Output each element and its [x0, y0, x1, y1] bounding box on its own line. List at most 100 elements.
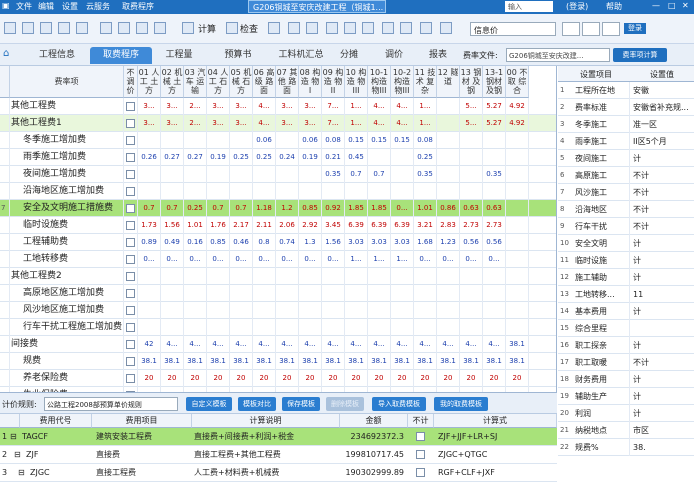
rate-cell-c08[interactable]: 0.85 [299, 200, 322, 217]
property-value[interactable]: II区5个月 [633, 133, 694, 150]
rate-cell-c11[interactable]: 0.35 [414, 166, 437, 183]
property-row[interactable]: 10 安全文明计 [558, 235, 694, 252]
home-icon[interactable]: ⌂ [3, 49, 13, 59]
property-value[interactable]: 计 [633, 371, 694, 388]
no-adjust-checkbox[interactable] [126, 102, 135, 111]
rate-cell-c03[interactable]: 0.16 [184, 234, 207, 251]
rate-cell-c10[interactable]: 38.1 [345, 353, 368, 370]
rate-cell-c131[interactable] [483, 183, 506, 200]
rate-cell-c102[interactable]: 1... [391, 251, 414, 268]
rate-cell-c12[interactable]: 0.86 [437, 200, 460, 217]
rate-cell-c102[interactable]: 4... [391, 98, 414, 115]
rate-cell-c131[interactable]: 38.1 [483, 353, 506, 370]
rate-cell-c01[interactable] [138, 268, 161, 285]
property-value[interactable]: 安徽 [633, 82, 694, 99]
rate-cell-c101[interactable]: 4... [368, 115, 391, 132]
rate-cell-c101[interactable]: 38.1 [368, 353, 391, 370]
rate-cell-c12[interactable] [437, 183, 460, 200]
rate-cell-c01[interactable] [138, 319, 161, 336]
rate-cell-c09[interactable] [322, 285, 345, 302]
rate-cell-c12[interactable] [437, 166, 460, 183]
rate-cell-c05[interactable]: 20 [230, 370, 253, 387]
rate-cell-c01[interactable] [138, 183, 161, 200]
rate-cell-c01[interactable] [138, 132, 161, 149]
rate-cell-c05[interactable] [230, 132, 253, 149]
rate-cell-c12[interactable] [437, 98, 460, 115]
property-value[interactable]: 市区 [633, 422, 694, 439]
rate-cell-c102[interactable]: 20 [391, 370, 414, 387]
rate-cell-c09[interactable]: 0.35 [322, 166, 345, 183]
no-adjust-checkbox[interactable] [126, 204, 135, 213]
rate-cell-c02[interactable] [161, 302, 184, 319]
rate-cell-c102[interactable]: 6.39 [391, 217, 414, 234]
rate-cell-c101[interactable] [368, 319, 391, 336]
import-fee-template-button[interactable]: 导入取费模板 [372, 397, 426, 411]
rate-cell-c102[interactable] [391, 268, 414, 285]
print-icon[interactable] [400, 22, 412, 34]
rate-cell-c131[interactable]: 2.73 [483, 217, 506, 234]
rate-cell-c09[interactable]: 3.45 [322, 217, 345, 234]
delete-icon[interactable] [118, 22, 130, 34]
copy-icon[interactable] [136, 22, 148, 34]
rate-cell-c06[interactable] [253, 183, 276, 200]
rate-cell-c131[interactable] [483, 302, 506, 319]
rate-cell-c102[interactable]: 0.15 [391, 132, 414, 149]
rate-cell-c101[interactable]: 20 [368, 370, 391, 387]
rate-cell-c102[interactable]: 4... [391, 115, 414, 132]
table-row[interactable]: 规费 38.1 38.1 38.1 38.1 38.1 38.1 38.1 38.1 38.1 38… [0, 353, 556, 370]
rate-cell-c101[interactable]: 1... [368, 251, 391, 268]
rate-cell-c13[interactable]: 5... [460, 98, 483, 115]
property-row[interactable]: 15 综合里程 [558, 320, 694, 337]
rate-cell-c08[interactable]: 1.3 [299, 234, 322, 251]
rate-cell-c08[interactable]: 3... [299, 115, 322, 132]
exclude-checkbox[interactable] [416, 468, 425, 477]
table-row[interactable]: 临时设施费 1.73 1.56 1.01 1.76 2.17 2.11 2.06 2.92 3.4… [0, 217, 556, 234]
rate-cell-c02[interactable]: 0.27 [161, 149, 184, 166]
rate-cell-c06[interactable]: 20 [253, 370, 276, 387]
rate-cell-c09[interactable]: 7... [322, 115, 345, 132]
rate-cell-c08[interactable] [299, 285, 322, 302]
rate-cell-c04[interactable] [207, 166, 230, 183]
rate-cell-c11[interactable]: 1.68 [414, 234, 437, 251]
rate-cell-c10[interactable]: 3.03 [345, 234, 368, 251]
rate-cell-c08[interactable]: 0.06 [299, 132, 322, 149]
property-value[interactable]: 计 [633, 303, 694, 320]
rate-cell-c11[interactable] [414, 285, 437, 302]
rate-cell-c101[interactable]: 4... [368, 98, 391, 115]
rate-cell-c00[interactable]: 4.92 [506, 98, 529, 115]
login-status[interactable]: (登录) [566, 1, 588, 12]
rate-cell-c09[interactable] [322, 319, 345, 336]
no-adjust-checkbox[interactable] [126, 340, 135, 349]
rate-cell-c12[interactable] [437, 115, 460, 132]
rate-cell-c05[interactable]: 3... [230, 98, 253, 115]
rate-cell-c102[interactable] [391, 183, 414, 200]
property-value[interactable]: 计 [633, 252, 694, 269]
rate-cell-c03[interactable] [184, 268, 207, 285]
property-value[interactable]: 计 [633, 269, 694, 286]
rate-cell-c07[interactable]: 0... [276, 251, 299, 268]
property-row[interactable]: 5 夜间施工计 [558, 150, 694, 167]
rate-cell-c10[interactable] [345, 319, 368, 336]
calculate-button[interactable]: 计算 [198, 22, 216, 36]
rate-cell-c08[interactable] [299, 183, 322, 200]
rate-cell-c03[interactable] [184, 183, 207, 200]
rate-cell-c12[interactable]: 4... [437, 336, 460, 353]
rate-cell-c10[interactable]: 20 [345, 370, 368, 387]
tab-material-summary[interactable]: 工料机汇总 [268, 47, 334, 64]
rate-cell-c12[interactable]: 20 [437, 370, 460, 387]
expand-toggle-icon[interactable]: ⊟ [18, 464, 28, 482]
no-adjust-checkbox[interactable] [126, 221, 135, 230]
rate-cell-c04[interactable] [207, 302, 230, 319]
rate-cell-c13[interactable]: 2.73 [460, 217, 483, 234]
rate-cell-c12[interactable] [437, 268, 460, 285]
no-adjust-checkbox[interactable] [126, 119, 135, 128]
rate-cell-c04[interactable]: 0.19 [207, 149, 230, 166]
sort-icon[interactable] [306, 22, 318, 34]
tree-icon[interactable] [288, 22, 300, 34]
property-row[interactable]: 12 施工辅助计 [558, 269, 694, 286]
property-row[interactable]: 17 职工取暖 不计 [558, 354, 694, 371]
rate-cell-c10[interactable]: 4... [345, 336, 368, 353]
rate-cell-c102[interactable] [391, 166, 414, 183]
rate-cell-c11[interactable]: 0.25 [414, 149, 437, 166]
tab-budget[interactable]: 预算书 [210, 47, 266, 64]
